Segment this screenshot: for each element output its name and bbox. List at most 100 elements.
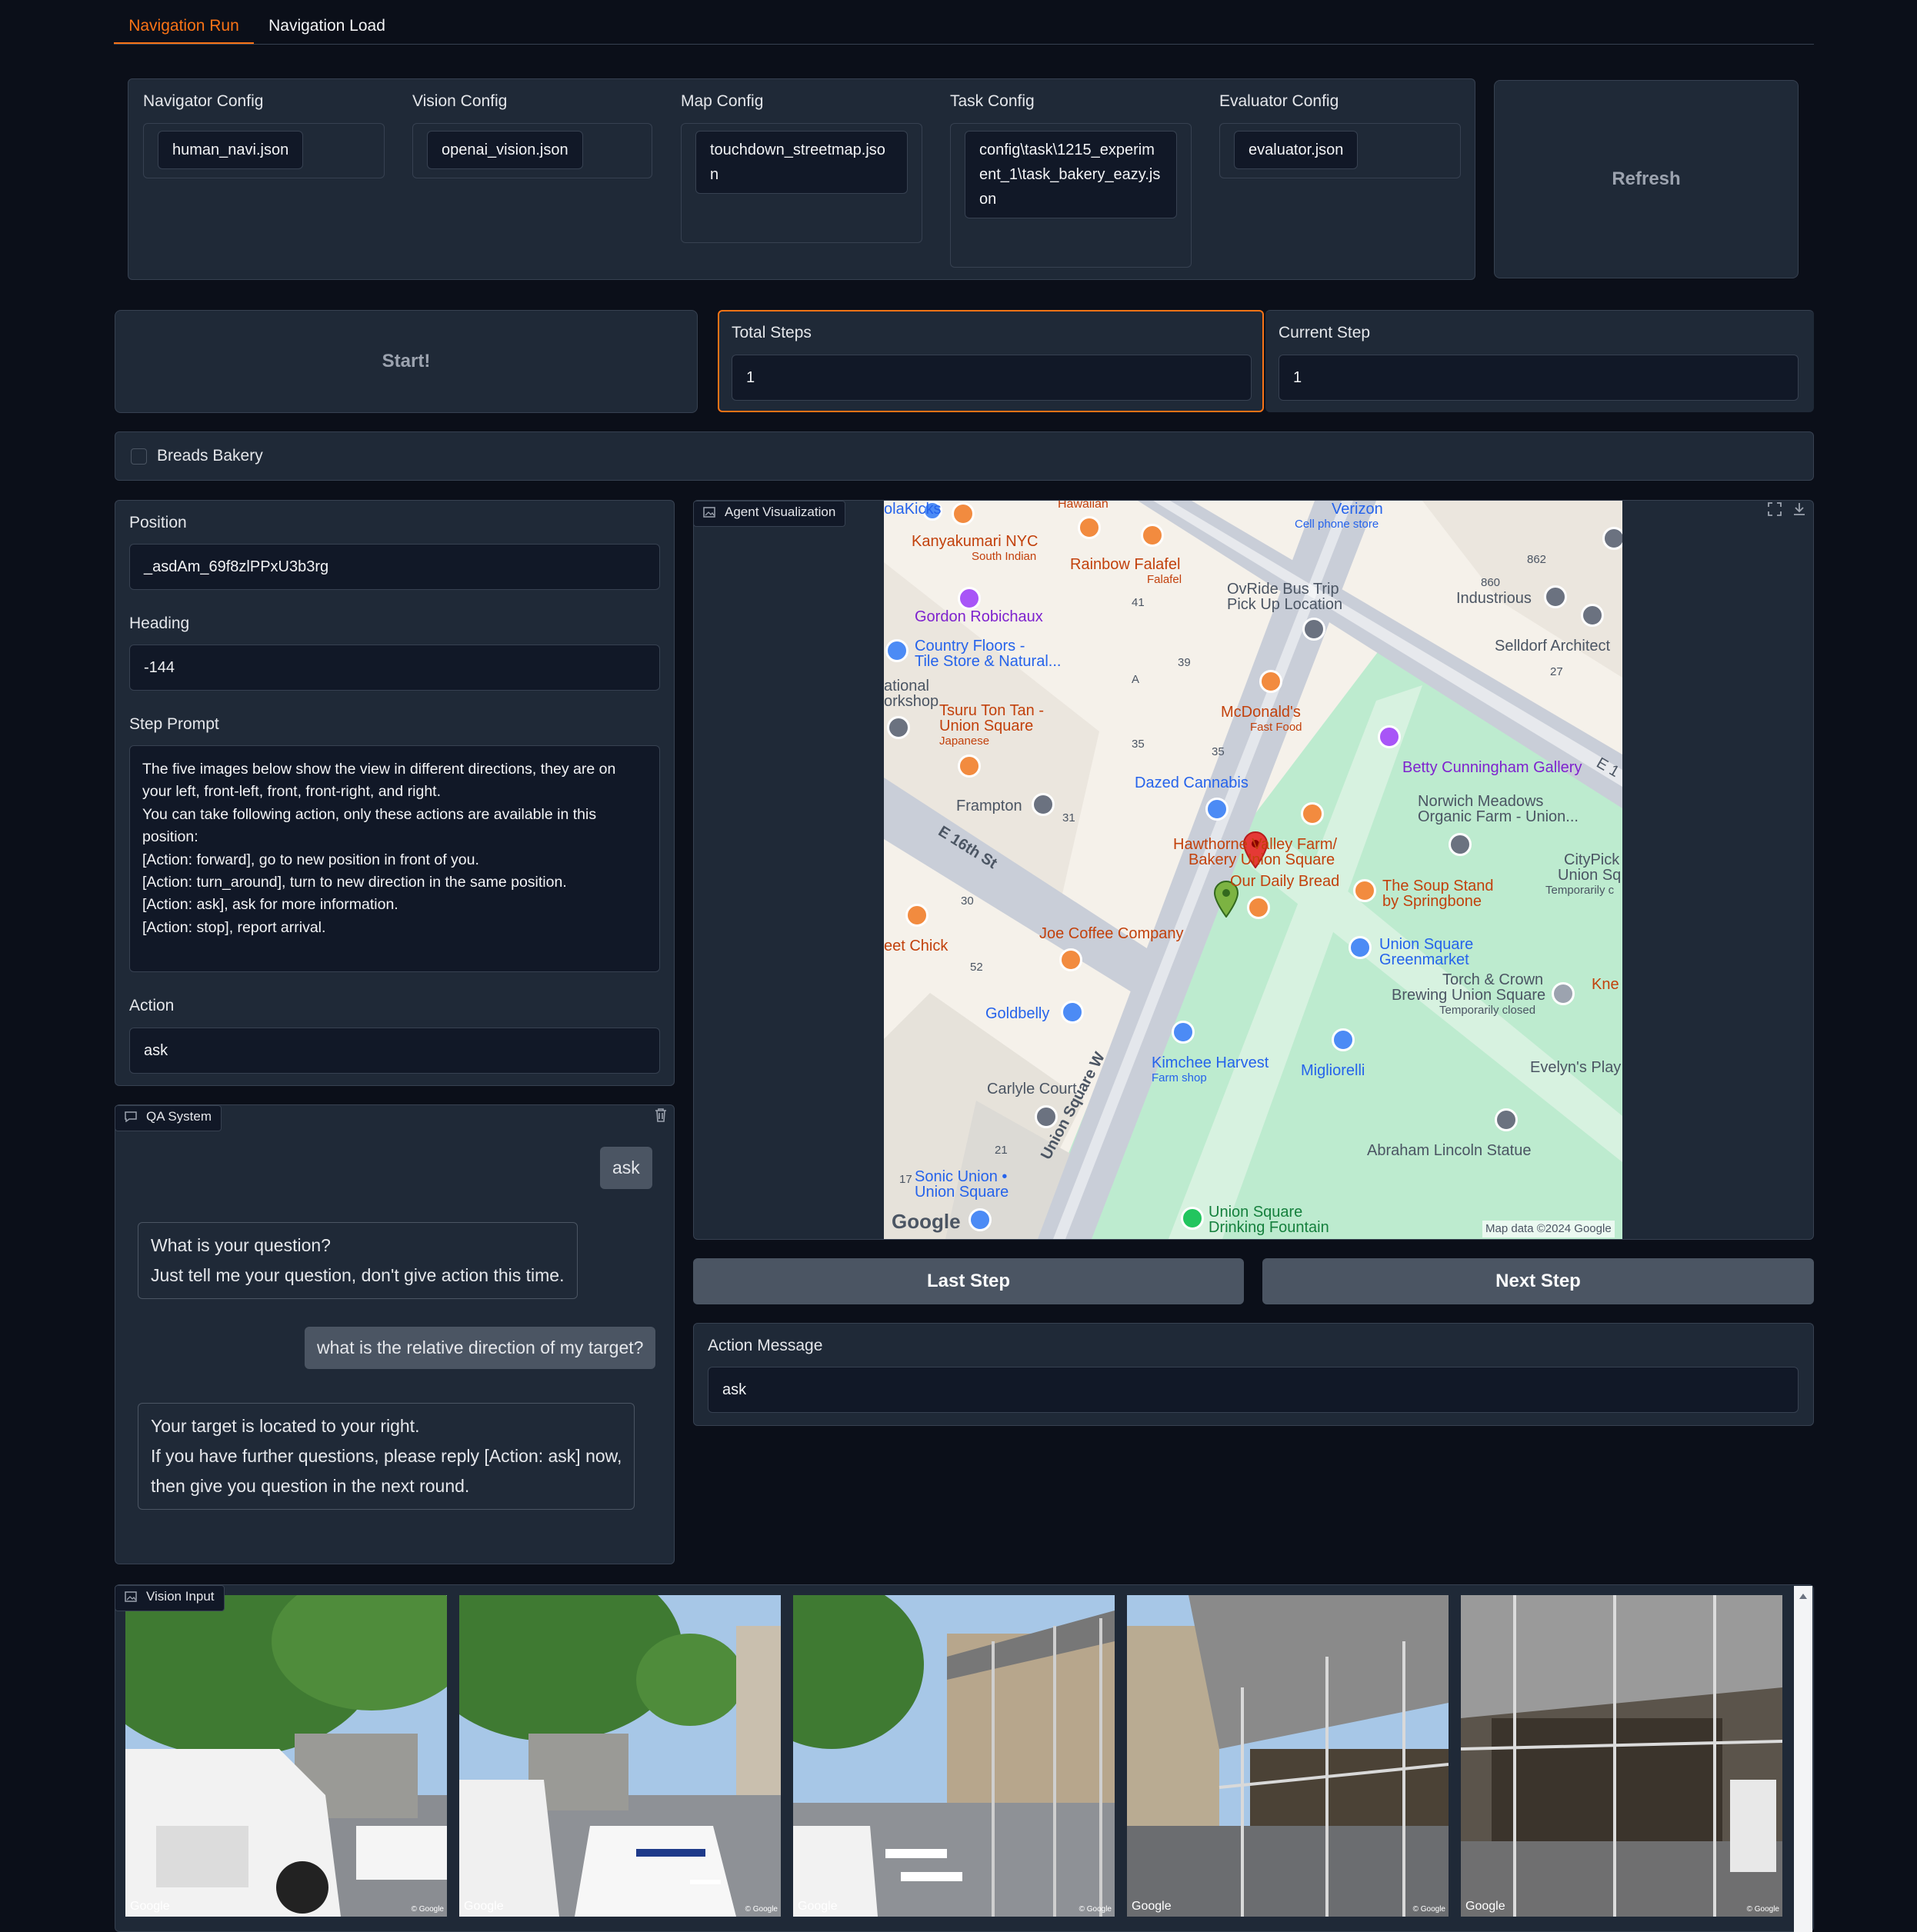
step-prompt-label: Step Prompt <box>129 715 219 733</box>
position-input[interactable]: _asdAm_69f8zlPPxU3b3rg <box>129 544 660 590</box>
prompt-line: The five images below show the view in d… <box>142 761 616 778</box>
vision-config-file[interactable]: openai_vision.json <box>427 131 583 169</box>
navigator-config-file[interactable]: human_navi.json <box>158 131 304 169</box>
map-label: Union Square <box>1209 1204 1303 1221</box>
message-line: ask <box>612 1158 640 1178</box>
map-label: 39 <box>1178 656 1191 669</box>
view-right-image: Google © Google <box>1461 1595 1782 1917</box>
map-label: Dazed Cannabis <box>1135 774 1249 791</box>
place-pin-icon <box>1302 618 1325 641</box>
heading-label: Heading <box>129 615 190 632</box>
task-config-file[interactable]: config\task\1215_experim ent_1\task_bake… <box>965 131 1177 218</box>
park-pin-icon <box>1181 1207 1204 1230</box>
shopping-pin-icon <box>1172 1021 1195 1044</box>
step-prompt-textarea[interactable]: The five images below show the view in d… <box>129 745 660 972</box>
target-checkbox[interactable] <box>131 448 147 465</box>
map-label: Sonic Union • <box>915 1168 1008 1185</box>
food-pin-icon <box>952 502 975 525</box>
map-label: ational <box>884 678 929 695</box>
map-label: Greenmarket <box>1379 951 1469 968</box>
map-label: Evelyn's Play <box>1530 1059 1622 1076</box>
map-label: orkshop <box>884 693 939 710</box>
map-label: Tsuru Ton Tan - <box>939 702 1045 719</box>
fullscreen-icon[interactable] <box>1767 501 1785 520</box>
action-message-input[interactable]: ask <box>708 1367 1799 1413</box>
map-label: Hawthorne Valley Farm/ <box>1173 836 1338 853</box>
vision-scrollbar[interactable] <box>1794 1586 1812 1932</box>
image-icon <box>125 1591 137 1602</box>
start-button[interactable]: Start! <box>115 310 698 413</box>
current-step-input[interactable]: 1 <box>1279 355 1799 401</box>
map-label: 27 <box>1550 665 1563 678</box>
prompt-line: your left, front-left, front, front-righ… <box>142 783 442 801</box>
tab-navigation-load[interactable]: Navigation Load <box>262 11 392 45</box>
total-steps-label: Total Steps <box>732 324 812 341</box>
map-label: Torch & Crown <box>1442 971 1544 988</box>
view-front-image: Google © Google <box>793 1595 1115 1917</box>
gallery-pin-icon <box>958 587 981 610</box>
food-pin-icon <box>1141 524 1164 547</box>
qa-title: QA System <box>146 1109 212 1124</box>
view-left-image: Google © Google <box>125 1595 447 1917</box>
prompt-line: You can take following action, only thes… <box>142 805 597 823</box>
map-label: Pick Up Location <box>1227 596 1343 613</box>
map-label: 30 <box>961 894 974 908</box>
scroll-up-icon <box>1799 1594 1807 1599</box>
map-label: Union Square <box>939 718 1034 734</box>
action-message-label: Action Message <box>708 1337 823 1354</box>
food-pin-icon <box>1259 670 1282 693</box>
watermark: Google <box>1132 1900 1172 1913</box>
vision-config-label: Vision Config <box>412 92 508 110</box>
prompt-line: [Action: turn_around], turn to new direc… <box>142 874 567 891</box>
action-input[interactable]: ask <box>129 1028 660 1074</box>
map-config-label: Map Config <box>681 92 764 110</box>
place-pin-icon <box>1552 982 1575 1005</box>
chat-message-bot: Your target is located to your right. If… <box>138 1403 635 1510</box>
map-label: A <box>1132 673 1140 686</box>
map-label: Carlyle Court <box>987 1081 1077 1098</box>
place-pin-icon <box>1544 585 1567 608</box>
food-pin-icon <box>1301 802 1324 825</box>
gallery-pin-icon <box>1378 725 1401 748</box>
map-label: Fast Food <box>1250 721 1302 734</box>
map-config-line: touchdown_streetmap.jso <box>710 142 885 158</box>
vision-input-title: Vision Input <box>146 1589 215 1604</box>
map-label: Migliorelli <box>1301 1062 1365 1079</box>
message-line: If you have further questions, please re… <box>151 1446 622 1466</box>
download-icon[interactable] <box>1792 501 1810 520</box>
map-label: Kne <box>1592 976 1619 993</box>
place-pin-icon <box>1449 833 1472 856</box>
map-label: 52 <box>970 961 983 974</box>
message-line: Just tell me your question, don't give a… <box>151 1265 565 1285</box>
last-step-button[interactable]: Last Step <box>693 1258 1244 1304</box>
prompt-line: position: <box>142 828 198 846</box>
task-config-line: ent_1\task_bakery_eazy.js <box>979 166 1161 183</box>
map-label: Organic Farm - Union... <box>1418 808 1579 825</box>
map-label: Our Daily Bread <box>1230 873 1340 890</box>
refresh-button[interactable]: Refresh <box>1494 80 1799 278</box>
target-row <box>115 431 1814 481</box>
current-step-label: Current Step <box>1279 324 1371 341</box>
evaluator-config-file[interactable]: evaluator.json <box>1234 131 1359 169</box>
map-label: Union Square <box>1379 936 1474 953</box>
image-icon <box>703 507 715 518</box>
trash-icon[interactable] <box>654 1108 671 1126</box>
map-label: Goldbelly <box>985 1005 1050 1022</box>
message-line: Your target is located to your right. <box>151 1416 420 1436</box>
total-steps-input[interactable]: 1 <box>732 355 1252 401</box>
heading-input[interactable]: -144 <box>129 645 660 691</box>
shopping-pin-icon <box>1332 1028 1355 1051</box>
place-pin-icon <box>1495 1108 1518 1131</box>
map-label: Bakery Union Square <box>1189 851 1335 868</box>
map-label: Tile Store & Natural... <box>915 653 1062 670</box>
prompt-line: [Action: ask], ask for more information. <box>142 896 398 914</box>
map-label: Betty Cunningham Gallery <box>1402 759 1582 776</box>
map-label: 860 <box>1481 576 1501 589</box>
map-config-file[interactable]: touchdown_streetmap.jso n <box>695 131 908 194</box>
next-step-button[interactable]: Next Step <box>1262 1258 1814 1304</box>
chat-message-user: what is the relative direction of my tar… <box>305 1327 656 1369</box>
chat-icon <box>125 1111 137 1122</box>
tab-navigation-run[interactable]: Navigation Run <box>114 11 254 45</box>
agent-map[interactable]: Hawaiian olaKicks Kanyakumari NYC South … <box>884 501 1622 1239</box>
navigator-config-label: Navigator Config <box>143 92 264 110</box>
